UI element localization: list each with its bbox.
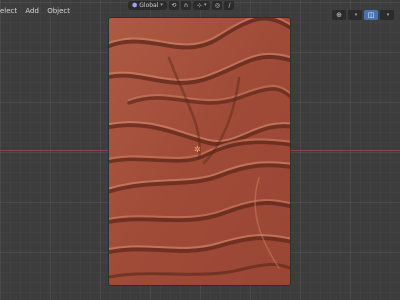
menu-add[interactable]: Add	[25, 7, 39, 15]
transform-orientation-label: Global	[139, 1, 159, 9]
chevron-down-icon: ▾	[354, 12, 358, 18]
global-orientation-icon: ⬢	[132, 1, 138, 9]
magnet-icon[interactable]: ∩	[180, 0, 191, 10]
menu-object[interactable]: Object	[47, 7, 70, 15]
gizmo-dropdown[interactable]: ▾	[348, 10, 362, 20]
transform-tools: ⬢ Global ▾ ⟲ ∩ ⊹ ▾ ◎ /	[128, 0, 236, 10]
overlays-icon[interactable]: ◫	[364, 10, 378, 20]
proportional-falloff-label: /	[228, 1, 231, 9]
transform-orientation-dropdown[interactable]: ⬢ Global ▾	[128, 0, 167, 10]
3d-viewport[interactable]: elect Add Object ⬢ Global ▾ ⟲ ∩ ⊹ ▾ ◎ / …	[0, 0, 400, 300]
object-origin-icon: ✲	[194, 145, 201, 154]
snap-increment-dropdown[interactable]: ⊹ ▾	[192, 0, 211, 10]
header-menu: elect Add Object	[0, 7, 76, 15]
proportional-falloff-icon[interactable]: /	[224, 0, 235, 10]
overlays-dropdown[interactable]: ▾	[380, 10, 394, 20]
chevron-down-icon: ▾	[160, 2, 163, 8]
chevron-down-icon: ▾	[386, 12, 390, 18]
pivot-icon[interactable]: ⟲	[168, 0, 179, 10]
proportional-edit-icon[interactable]: ◎	[212, 0, 223, 10]
menu-select[interactable]: elect	[0, 7, 17, 15]
gizmo-icon[interactable]: ⊕	[332, 10, 346, 20]
header-right-tools: ⊕ ▾ ◫ ▾	[330, 10, 394, 20]
snap-increment-label: ⊹	[196, 1, 202, 9]
chevron-down-icon: ▾	[203, 2, 207, 8]
